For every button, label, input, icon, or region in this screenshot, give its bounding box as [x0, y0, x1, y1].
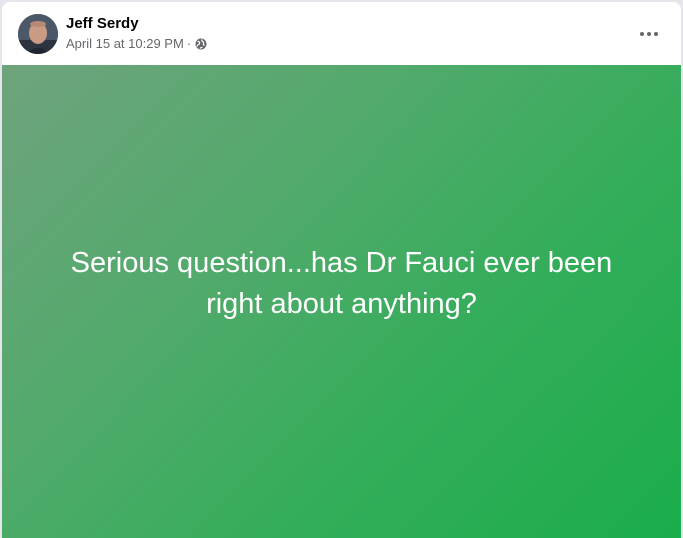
more-options-button[interactable]	[631, 16, 667, 52]
globe-icon[interactable]	[195, 38, 207, 50]
more-horizontal-icon	[640, 32, 658, 36]
post-meta: April 15 at 10:29 PM ·	[66, 36, 207, 51]
facebook-post: Jeff Serdy April 15 at 10:29 PM · Seriou…	[2, 2, 681, 538]
colored-background-post: Serious question...has Dr Fauci ever bee…	[2, 65, 681, 538]
post-text: Serious question...has Dr Fauci ever bee…	[70, 246, 613, 320]
author-name[interactable]: Jeff Serdy	[66, 15, 139, 32]
author-avatar[interactable]	[18, 14, 58, 54]
post-timestamp[interactable]: April 15 at 10:29 PM	[66, 36, 184, 51]
meta-separator: ·	[186, 36, 192, 51]
post-header: Jeff Serdy April 15 at 10:29 PM ·	[2, 2, 681, 65]
avatar-image	[18, 14, 58, 54]
